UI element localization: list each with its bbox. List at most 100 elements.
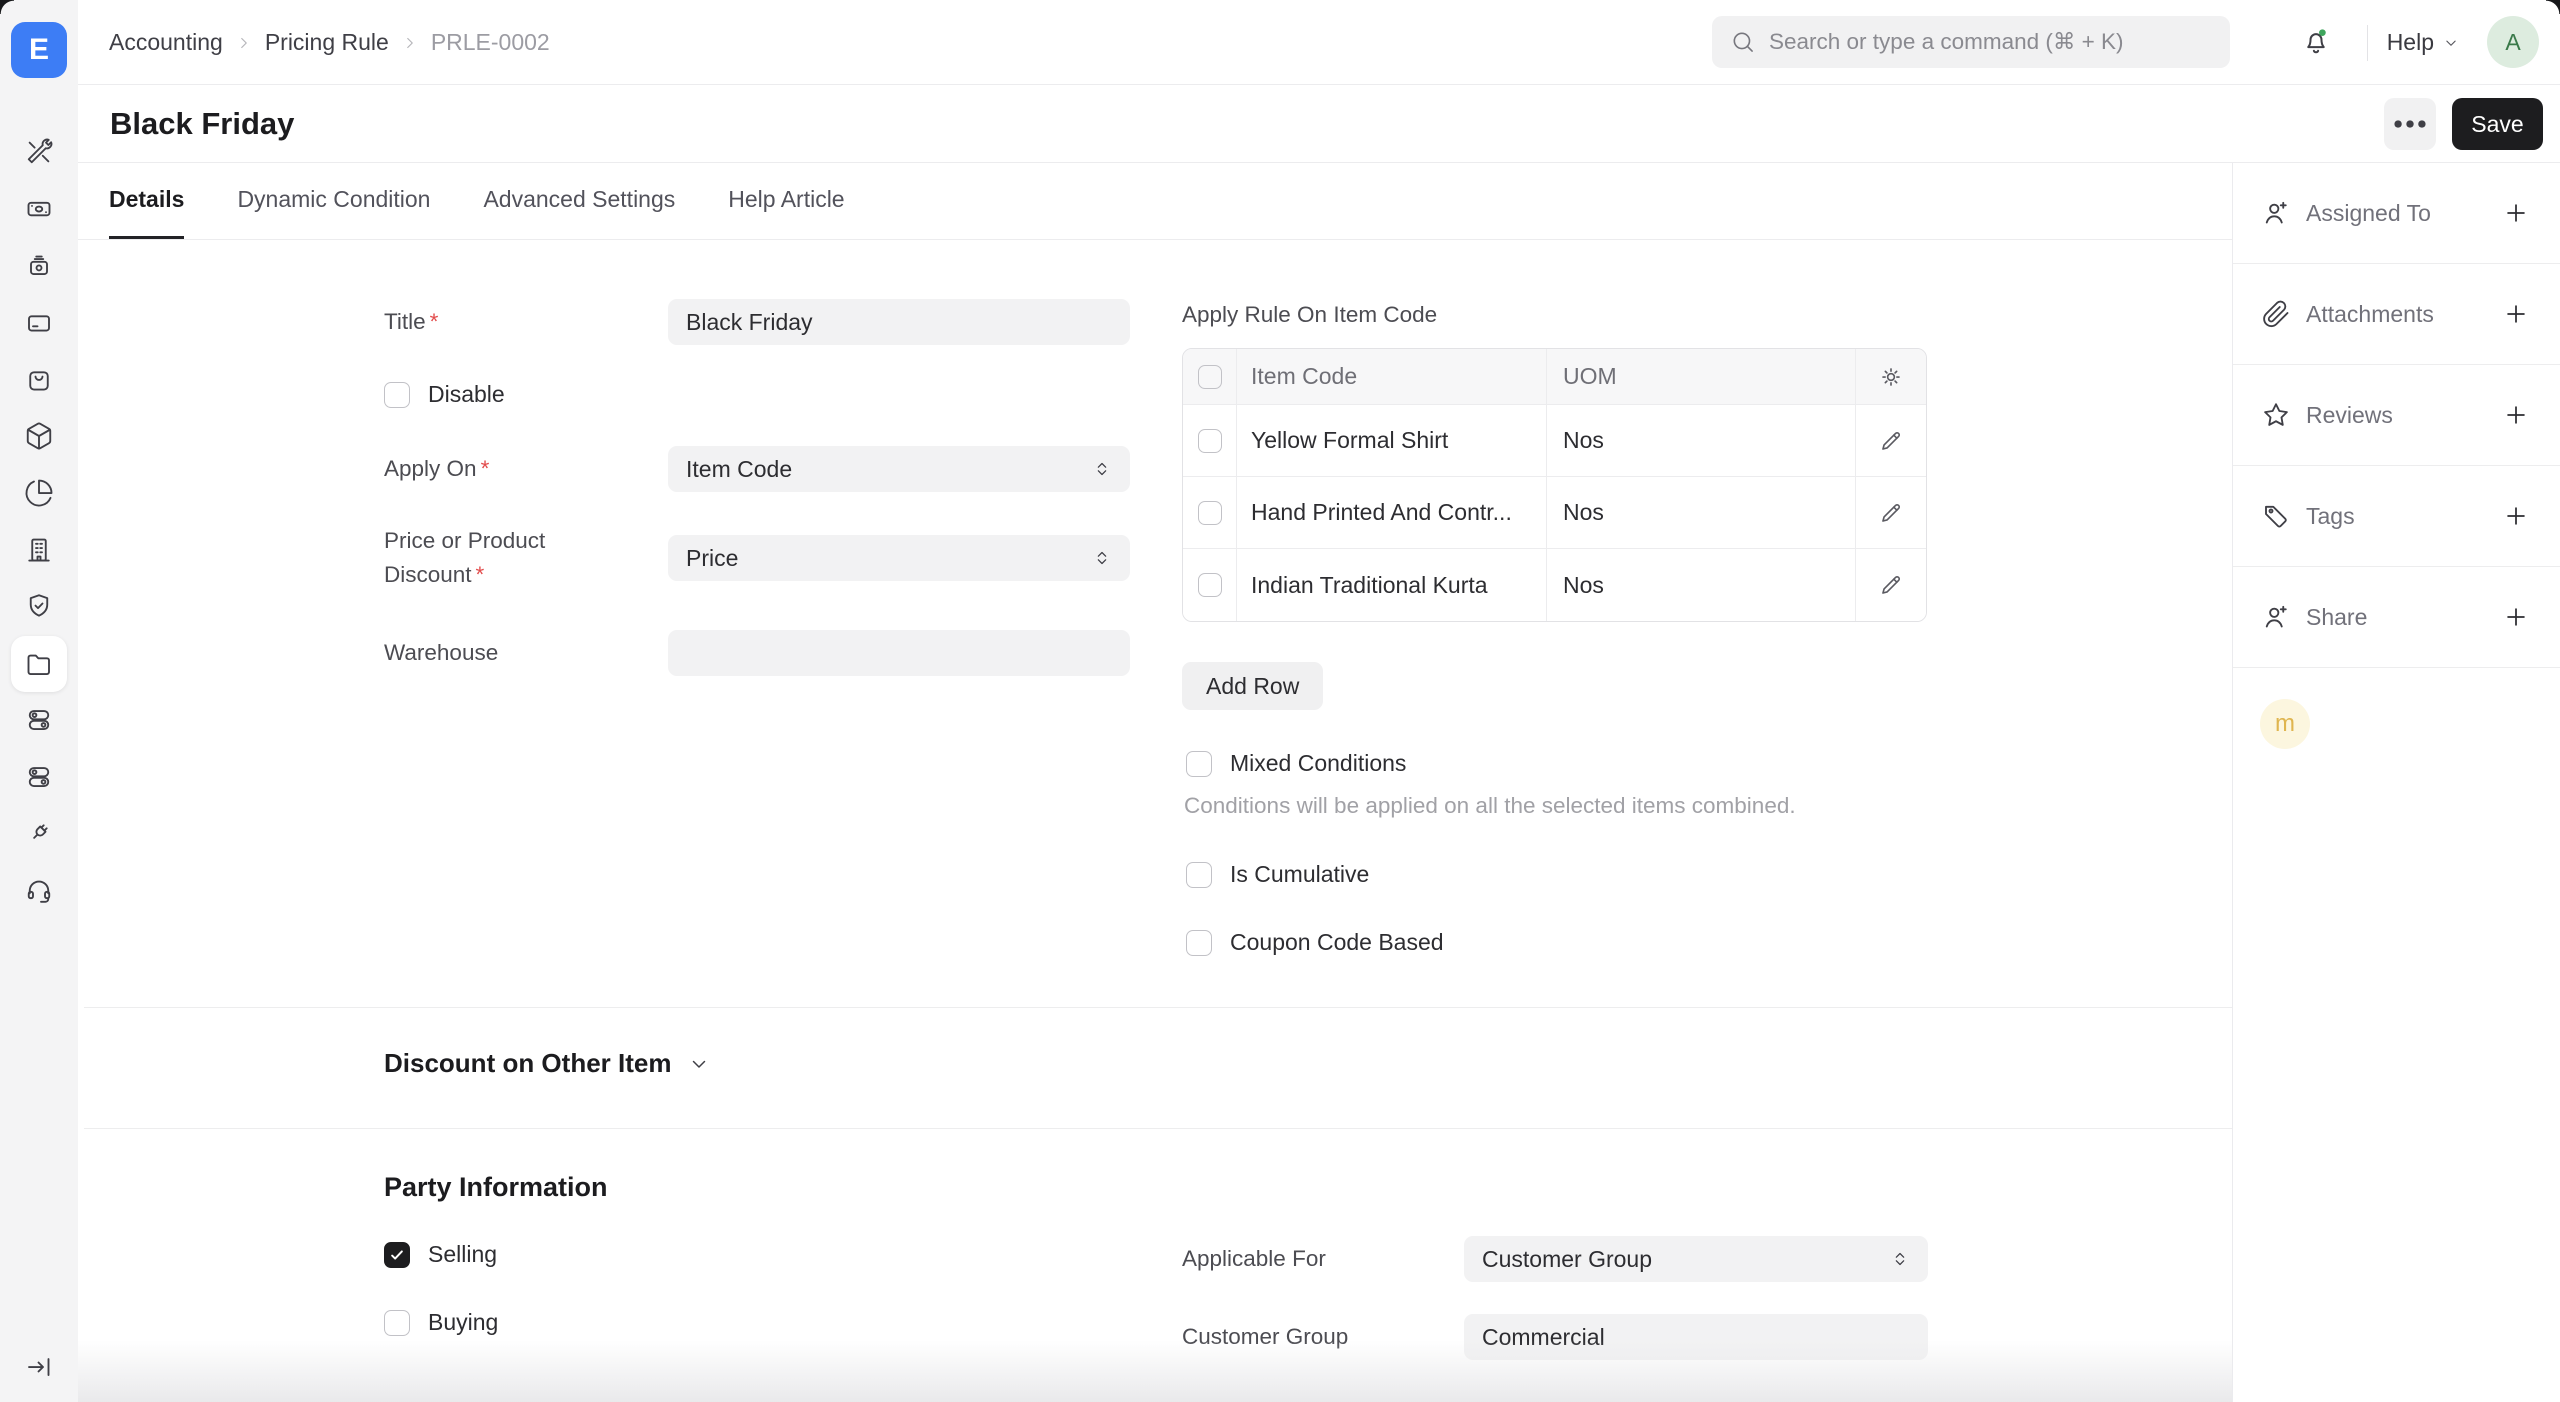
edit-row-button[interactable] (1856, 405, 1926, 476)
save-button[interactable]: Save (2452, 98, 2543, 150)
more-options-button[interactable] (2384, 98, 2436, 150)
item-code-cell[interactable]: Yellow Formal Shirt (1237, 405, 1547, 476)
attachments-item[interactable]: Attachments (2233, 264, 2560, 365)
folder-icon[interactable] (24, 649, 54, 679)
discount-on-other-item-label: Discount on Other Item (384, 1048, 671, 1079)
warehouse-field-row: Warehouse (384, 630, 1130, 676)
star-icon (2261, 400, 2291, 430)
app-logo[interactable]: E (11, 22, 67, 78)
title-field-row: Title* (384, 299, 1130, 345)
warehouse-label: Warehouse (384, 636, 668, 670)
buying-checkbox[interactable] (384, 1310, 410, 1336)
apply-on-field-row: Apply On* Item Code (384, 446, 1130, 492)
building-icon[interactable] (24, 535, 54, 565)
share-item[interactable]: Share (2233, 567, 2560, 668)
buying-row[interactable]: Buying (384, 1309, 498, 1336)
plus-icon[interactable] (2502, 300, 2530, 328)
warehouse-input[interactable] (668, 630, 1130, 676)
form-body: Title* Disable Apply On* Item Code Price… (78, 240, 2232, 1402)
card-icon[interactable] (24, 308, 54, 338)
chevron-right-icon (401, 34, 419, 52)
search-input[interactable] (1769, 29, 2212, 55)
paperclip-icon (2261, 299, 2291, 329)
uom-cell[interactable]: Nos (1547, 477, 1856, 548)
plus-icon[interactable] (2502, 603, 2530, 631)
tab-help-article[interactable]: Help Article (728, 163, 844, 239)
table-row: Indian Traditional Kurta Nos (1183, 549, 1926, 621)
share-label: Share (2306, 604, 2487, 631)
required-marker: * (430, 309, 439, 334)
app-sidebar: E (0, 0, 78, 1402)
item-code-cell[interactable]: Indian Traditional Kurta (1237, 549, 1547, 621)
disable-checkbox[interactable] (384, 382, 410, 408)
add-row-button[interactable]: Add Row (1182, 662, 1323, 710)
price-discount-select[interactable]: Price (668, 535, 1130, 581)
tag-icon (2261, 501, 2291, 531)
row-checkbox[interactable] (1198, 429, 1222, 453)
title-input[interactable] (668, 299, 1130, 345)
notifications-bell-icon[interactable] (2300, 26, 2332, 58)
uom-cell[interactable]: Nos (1547, 549, 1856, 621)
mixed-conditions-row[interactable]: Mixed Conditions (1186, 750, 1406, 777)
select-all-checkbox[interactable] (1198, 365, 1222, 389)
is-cumulative-checkbox[interactable] (1186, 862, 1212, 888)
tools-icon[interactable] (24, 137, 54, 167)
disable-checkbox-row[interactable]: Disable (384, 381, 505, 408)
item-code-cell[interactable]: Hand Printed And Contr... (1237, 477, 1547, 548)
customer-group-row: Customer Group (1182, 1314, 1928, 1360)
pie-chart-icon[interactable] (24, 478, 54, 508)
reviews-item[interactable]: Reviews (2233, 365, 2560, 466)
selling-row[interactable]: Selling (384, 1241, 497, 1268)
customer-group-input[interactable] (1464, 1314, 1928, 1360)
applicable-for-label: Applicable For (1182, 1242, 1464, 1276)
apply-on-label: Apply On (384, 456, 477, 481)
row-checkbox[interactable] (1198, 501, 1222, 525)
uom-cell[interactable]: Nos (1547, 405, 1856, 476)
coupon-code-row[interactable]: Coupon Code Based (1186, 929, 1444, 956)
discount-on-other-item-section[interactable]: Discount on Other Item (384, 1048, 711, 1079)
global-search[interactable] (1712, 16, 2230, 68)
coupon-code-checkbox[interactable] (1186, 930, 1212, 956)
attachments-label: Attachments (2306, 301, 2487, 328)
tab-dynamic-condition[interactable]: Dynamic Condition (237, 163, 430, 239)
expand-sidebar-icon[interactable] (24, 1352, 54, 1382)
applicable-for-select[interactable]: Customer Group (1464, 1236, 1928, 1282)
is-cumulative-row[interactable]: Is Cumulative (1186, 861, 1369, 888)
tab-advanced-settings[interactable]: Advanced Settings (483, 163, 675, 239)
headset-icon[interactable] (24, 875, 54, 905)
row-checkbox[interactable] (1198, 573, 1222, 597)
plus-icon[interactable] (2502, 401, 2530, 429)
user-avatar[interactable]: A (2487, 16, 2539, 68)
plug-icon[interactable] (24, 818, 54, 848)
plus-icon[interactable] (2502, 502, 2530, 530)
plus-icon[interactable] (2502, 199, 2530, 227)
assigned-to-item[interactable]: Assigned To (2233, 163, 2560, 264)
money-icon[interactable] (24, 194, 54, 224)
selling-checkbox[interactable] (384, 1242, 410, 1268)
edit-row-button[interactable] (1856, 477, 1926, 548)
breadcrumb-accounting[interactable]: Accounting (109, 29, 223, 56)
breadcrumb-pricing-rule[interactable]: Pricing Rule (265, 29, 389, 56)
tags-item[interactable]: Tags (2233, 466, 2560, 567)
edit-row-button[interactable] (1856, 549, 1926, 621)
reviews-label: Reviews (2306, 402, 2487, 429)
toggles-icon[interactable] (24, 762, 54, 792)
assigned-to-label: Assigned To (2306, 200, 2487, 227)
apply-on-select[interactable]: Item Code (668, 446, 1130, 492)
page-title: Black Friday (110, 85, 294, 163)
pricing-rule-page: E (0, 0, 2560, 1402)
tab-details[interactable]: Details (109, 163, 184, 239)
presence-avatar[interactable]: m (2260, 699, 2310, 749)
toggles-icon[interactable] (24, 705, 54, 735)
table-settings-button[interactable] (1856, 349, 1926, 404)
package-icon[interactable] (24, 421, 54, 451)
cashbox-icon[interactable] (24, 251, 54, 281)
help-menu[interactable]: Help (2387, 0, 2460, 85)
buying-label: Buying (428, 1309, 498, 1336)
topbar: Accounting Pricing Rule PRLE-0002 Help A (78, 0, 2560, 85)
mixed-conditions-checkbox[interactable] (1186, 751, 1212, 777)
topbar-divider (2367, 25, 2368, 61)
shield-check-icon[interactable] (24, 591, 54, 621)
shopping-bag-icon[interactable] (24, 364, 54, 394)
pencil-icon (1878, 500, 1904, 526)
